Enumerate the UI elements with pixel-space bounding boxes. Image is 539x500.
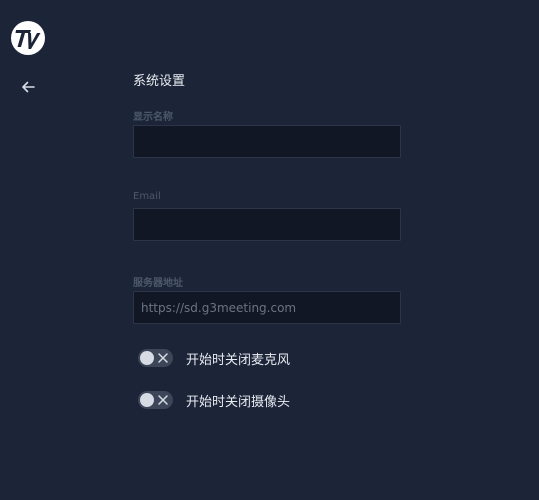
close-icon — [158, 395, 168, 405]
email-label: Email — [133, 191, 161, 202]
arrow-left-icon — [22, 81, 35, 93]
toggle-knob — [140, 351, 154, 365]
tv-logo-icon — [11, 21, 45, 55]
mute-mic-label: 开始时关闭麦克风 — [186, 352, 291, 368]
close-icon — [158, 353, 168, 363]
back-button[interactable] — [19, 78, 37, 96]
disable-camera-toggle[interactable] — [138, 391, 173, 409]
toggle-row-disable-camera[interactable]: 开始时关闭摄像头 — [138, 390, 290, 410]
toggle-row-mute-mic[interactable]: 开始时关闭麦克风 — [138, 348, 290, 368]
display-name-input[interactable] — [133, 125, 401, 158]
email-input[interactable] — [133, 208, 401, 241]
display-name-label: 显示名称 — [133, 112, 173, 123]
page-title: 系统设置 — [133, 74, 186, 89]
toggle-knob — [140, 393, 154, 407]
server-address-label: 服务器地址 — [133, 278, 183, 289]
server-address-input[interactable] — [133, 291, 401, 324]
app-logo — [11, 21, 45, 55]
disable-camera-label: 开始时关闭摄像头 — [186, 394, 291, 410]
mute-mic-toggle[interactable] — [138, 349, 173, 367]
